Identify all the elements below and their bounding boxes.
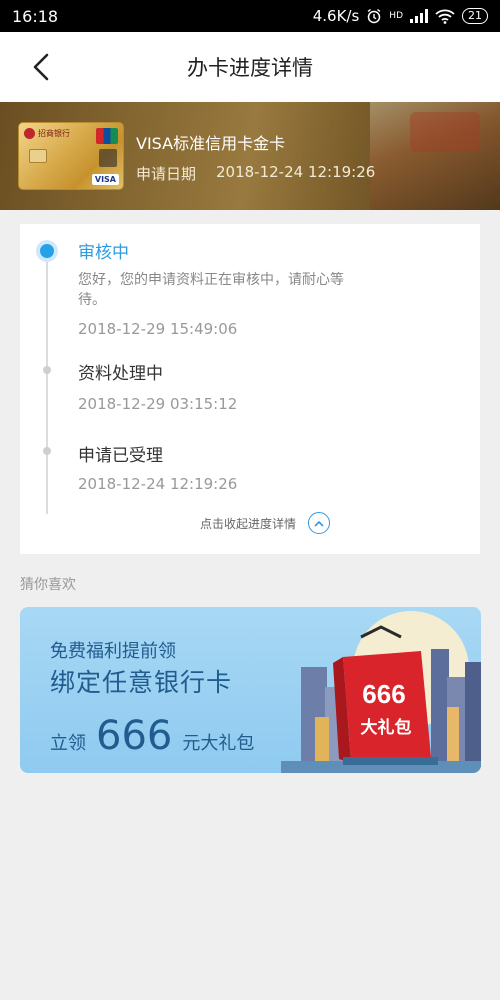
bag-text: 大礼包 [361,717,412,738]
wifi-icon [435,9,455,24]
step-description: 您好，您的申请资料正在审核中，请耐心等待。 [78,272,344,308]
progress-panel: 审核中 您好，您的申请资料正在审核中，请耐心等待。 2018-12-29 15:… [20,224,480,554]
promo-line2: 绑定任意银行卡 [50,668,233,697]
card-image: 招商银行 VISA [18,122,124,190]
hd-label: HD [389,11,403,21]
step-title: 资料处理中 [78,364,163,384]
step-dot [43,447,51,455]
battery-indicator: 21 [462,8,488,24]
step-title: 审核中 [78,243,129,263]
collapse-label: 点击收起进度详情 [200,516,297,531]
step-title: 申请已受理 [78,446,163,466]
bag-number: 666 [362,679,405,709]
card-banner: 招商银行 VISA [0,102,500,210]
alarm-icon [366,8,382,24]
chip-icon [29,149,47,163]
gift-bag-city-illustration: 666 大礼包 [281,611,481,773]
nav-bar: 办卡进度详情 [0,32,500,102]
chevron-up-icon [308,512,331,534]
step-time: 2018-12-29 03:15:12 [78,395,238,413]
promo-prefix: 立领 [50,733,86,754]
apply-date-label: 申请日期 [136,165,197,183]
step-time: 2018-12-24 12:19:26 [78,475,238,493]
unionpay-logo-icon [96,128,118,144]
active-step-dot [36,240,58,262]
apply-date: 2018-12-24 12:19:26 [216,163,376,181]
timeline-line [46,250,48,514]
status-time: 16:18 [12,6,59,26]
page-title: 办卡进度详情 [187,56,313,80]
promo-line3: 立领 666 元大礼包 [50,713,254,759]
card-bank-name: 招商银行 [38,129,70,138]
card-emblem-icon [99,149,117,167]
card-name: VISA标准信用卡金卡 [136,134,286,153]
step-time: 2018-12-29 15:49:06 [78,320,238,338]
promo-line1: 免费福利提前领 [50,641,176,662]
collapse-progress-button[interactable]: 点击收起进度详情 [200,512,331,534]
promo-suffix: 元大礼包 [182,733,255,754]
promo-banner[interactable]: 免费福利提前领 绑定任意银行卡 立领 666 元大礼包 666 大礼包 [20,607,481,773]
promo-number: 666 [96,713,173,759]
section-title: 猜你喜欢 [20,577,76,593]
back-button[interactable] [24,50,58,84]
network-speed: 4.6K/s [312,7,360,25]
visa-logo: VISA [91,174,119,185]
bank-logo-icon [24,128,35,139]
chevron-left-icon [33,53,49,81]
step-dot [43,366,51,374]
status-bar: 16:18 4.6K/s HD 21 [0,0,500,32]
signal-icon [410,9,428,23]
